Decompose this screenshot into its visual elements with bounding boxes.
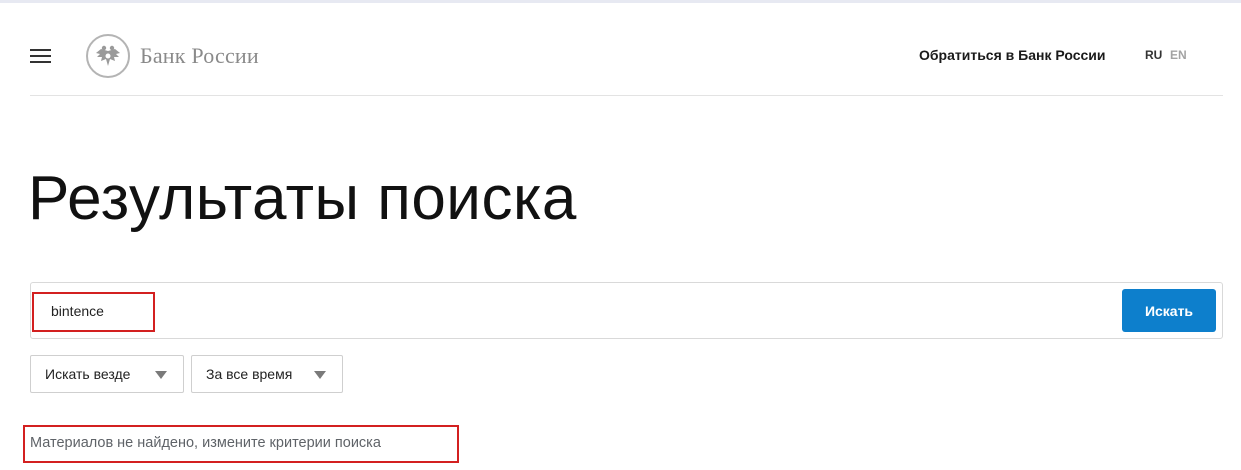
scope-select[interactable]: Искать везде [30, 355, 184, 393]
bank-logo[interactable]: Банк России [86, 33, 259, 79]
search-button[interactable]: Искать [1122, 289, 1216, 332]
hamburger-menu-icon[interactable] [30, 48, 52, 64]
contact-bank-link[interactable]: Обратиться в Банк России [919, 47, 1105, 63]
chevron-down-icon [314, 371, 326, 379]
scope-select-value: Искать везде [45, 366, 131, 382]
chevron-down-icon [155, 371, 167, 379]
no-results-message: Материалов не найдено, измените критерии… [30, 435, 381, 451]
search-bar: Искать [30, 282, 1223, 339]
eagle-emblem-icon [86, 34, 130, 78]
language-ru[interactable]: RU [1145, 48, 1162, 62]
page-title: Результаты поиска [28, 164, 577, 233]
top-accent-line [0, 0, 1241, 3]
site-header: Банк России Обратиться в Банк России RU … [30, 30, 1223, 96]
period-select[interactable]: За все время [191, 355, 343, 393]
search-input[interactable] [51, 300, 451, 322]
period-select-value: За все время [206, 366, 293, 382]
logo-text: Банк России [140, 43, 259, 68]
language-en[interactable]: EN [1170, 48, 1187, 62]
